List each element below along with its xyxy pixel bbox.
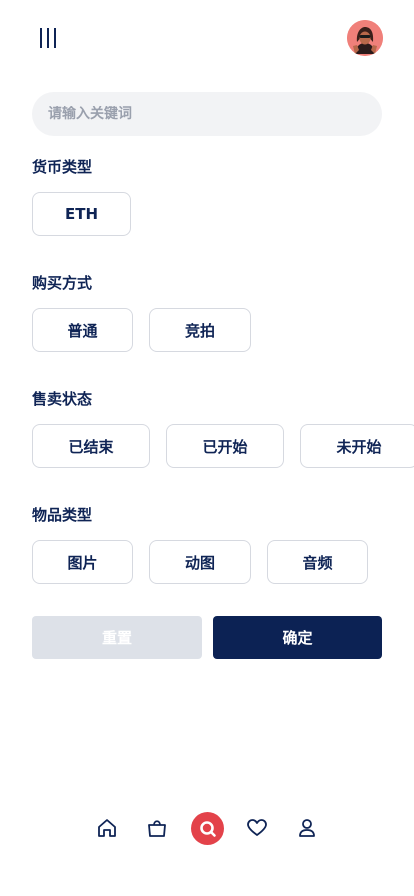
purchase-options: 普通 竞拍 <box>32 308 414 352</box>
menu-icon[interactable] <box>40 28 56 48</box>
currency-options: ETH <box>32 192 414 236</box>
item-type-options: 图片 动图 音频 <box>32 540 414 584</box>
purchase-option-auction[interactable]: 竞拍 <box>149 308 251 352</box>
bag-icon[interactable] <box>141 812 173 844</box>
status-option-ended[interactable]: 已结束 <box>32 424 150 468</box>
search-input[interactable] <box>48 106 366 122</box>
home-icon[interactable] <box>91 812 123 844</box>
item-type-title: 物品类型 <box>32 506 93 524</box>
status-options: 已结束 已开始 未开始 <box>32 424 414 468</box>
top-bar <box>0 0 414 80</box>
status-option-started[interactable]: 已开始 <box>166 424 284 468</box>
purchase-option-normal[interactable]: 普通 <box>32 308 133 352</box>
currency-option-eth[interactable]: ETH <box>32 192 131 236</box>
purchase-method-title: 购买方式 <box>32 274 93 292</box>
heart-icon[interactable] <box>241 812 273 844</box>
reset-button[interactable]: 重置 <box>32 616 202 659</box>
item-type-option-audio[interactable]: 音频 <box>267 540 368 584</box>
sale-status-title: 售卖状态 <box>32 390 93 408</box>
currency-type-title: 货币类型 <box>32 158 93 176</box>
search-bar[interactable] <box>32 92 382 136</box>
search-icon[interactable] <box>191 812 224 845</box>
confirm-button[interactable]: 确定 <box>213 616 382 659</box>
avatar[interactable] <box>347 20 383 56</box>
item-type-option-image[interactable]: 图片 <box>32 540 133 584</box>
item-type-option-gif[interactable]: 动图 <box>149 540 251 584</box>
user-icon[interactable] <box>291 812 323 844</box>
bottom-nav <box>0 808 414 848</box>
status-option-not-started[interactable]: 未开始 <box>300 424 414 468</box>
